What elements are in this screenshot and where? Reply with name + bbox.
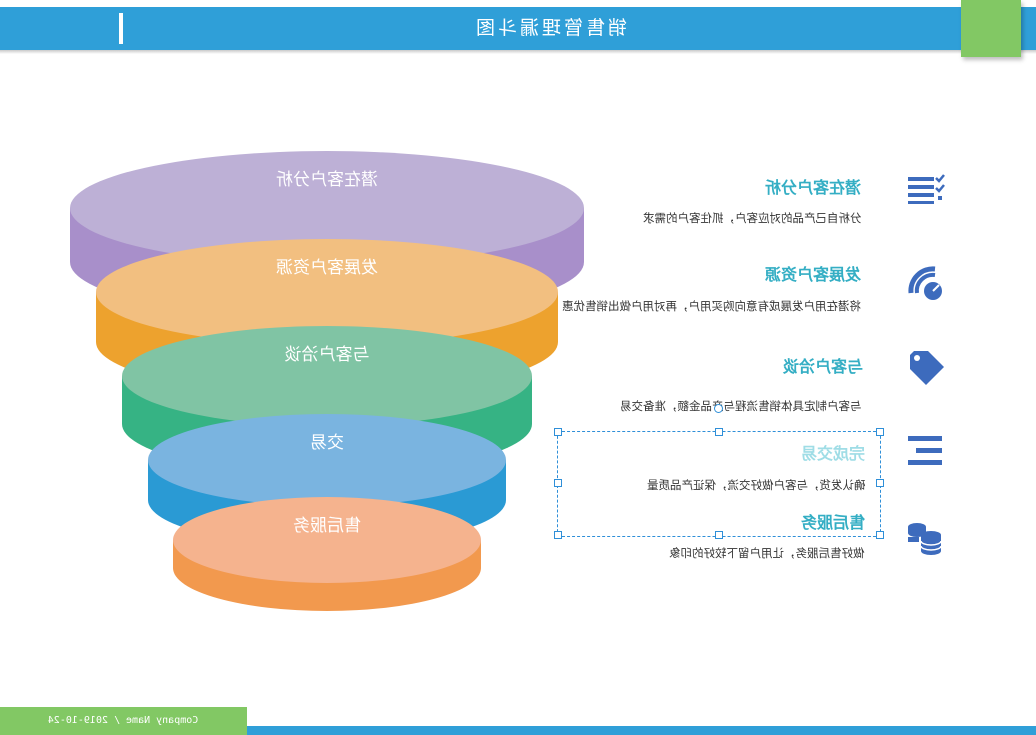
footer-text: Company Name / 2019-10-24 (47, 715, 199, 726)
resize-handle-bottom-right[interactable] (876, 531, 884, 539)
resize-handle-top[interactable] (715, 428, 723, 436)
funnel-level-label: 潜在客户分析 (276, 170, 378, 190)
resize-handle-bottom-left[interactable] (554, 531, 562, 539)
resize-handle-bottom[interactable] (715, 531, 723, 539)
coin-stack-icon (908, 523, 942, 555)
stage-title: 与客户洽谈 (783, 357, 864, 376)
resize-handle-right[interactable] (876, 479, 884, 487)
resize-handle-top-right[interactable] (876, 428, 884, 436)
stage-title: 发展客户资源 (765, 265, 862, 284)
signal-gauge-icon (908, 266, 942, 300)
stage-description: 做好售后服务，让用户留下较好的印象 (669, 546, 865, 560)
rotation-handle[interactable] (714, 404, 723, 413)
sales-funnel[interactable]: 潜在客户分析发展客户资源与客户洽谈交易售后服务 (0, 0, 1036, 735)
funnel-level-top (148, 414, 506, 506)
stage-description: 将潜在用户发展成有意向购买用户，再对用户做出销售优惠 (562, 299, 861, 313)
funnel-level-label: 与客户洽谈 (285, 345, 370, 365)
stage-description: 分析自己产品的对应客户，抓住客户的需求 (643, 211, 862, 225)
funnel-level-label: 交易 (310, 433, 344, 453)
funnel-level-label: 发展客户资源 (276, 258, 378, 278)
funnel-level-top (122, 326, 532, 426)
funnel-level-label: 售后服务 (293, 516, 361, 536)
resize-handle-left[interactable] (554, 479, 562, 487)
funnel-level-top (173, 497, 481, 583)
selection-box[interactable] (557, 431, 881, 537)
funnel-level[interactable]: 售后服务 (173, 497, 481, 611)
price-tag-icon (910, 351, 944, 385)
align-lines-icon (908, 436, 942, 465)
stage-title: 潜在客户分析 (765, 178, 862, 197)
list-check-icon (908, 174, 945, 204)
resize-handle-top-left[interactable] (554, 428, 562, 436)
stage-description: 与客户制定具体销售流程与产品金额，准备交易 (620, 399, 862, 413)
